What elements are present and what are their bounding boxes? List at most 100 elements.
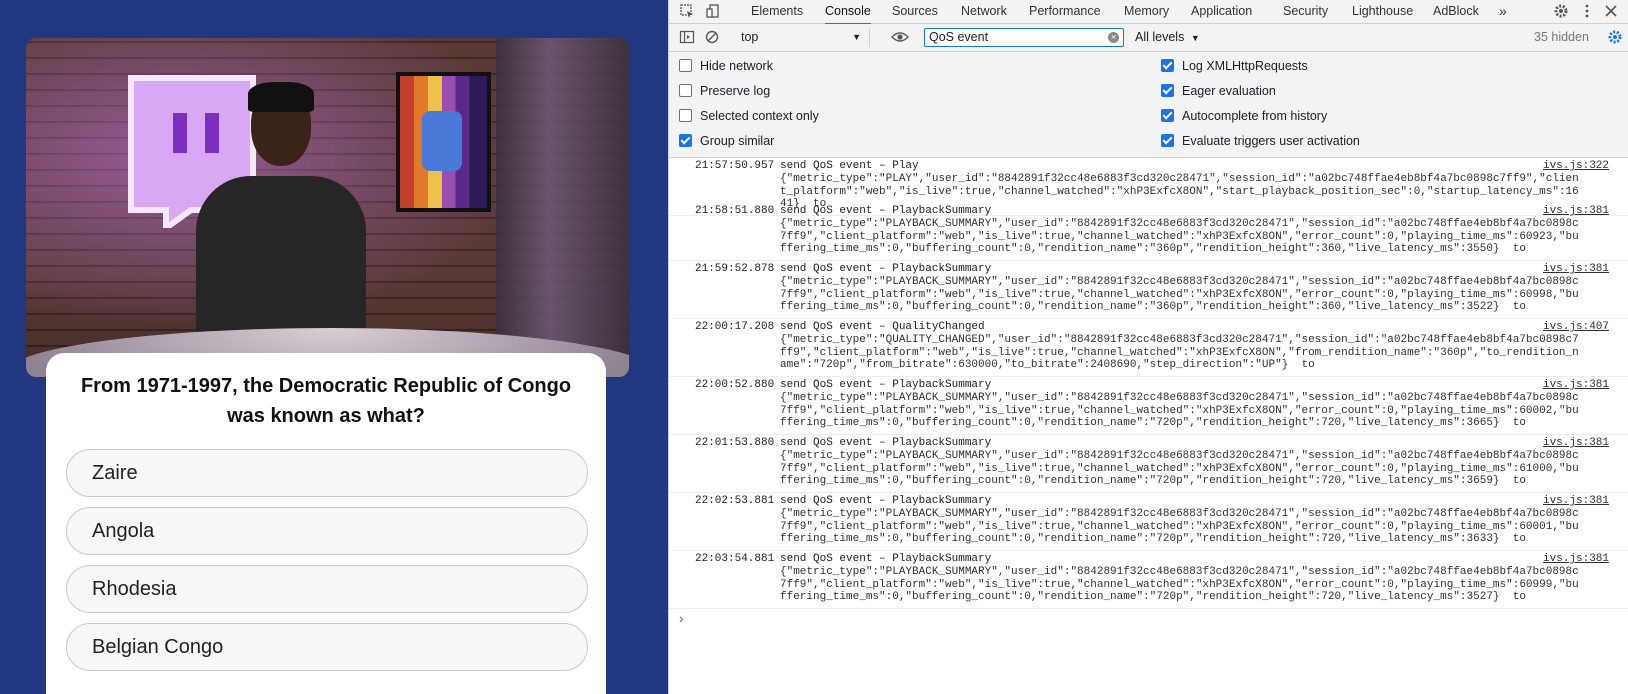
answer-option-4[interactable]: Belgian Congo	[66, 623, 588, 671]
hide-network-checkbox[interactable]: Hide network	[679, 57, 773, 75]
log-timestamp: 22:00:52.880	[695, 379, 775, 391]
log-timestamp: 22:02:53.881	[695, 495, 775, 507]
tab-security[interactable]: Security	[1283, 0, 1328, 23]
log-timestamp: 21:58:51.880	[695, 205, 775, 217]
checkbox-box[interactable]	[1161, 134, 1174, 147]
chevron-down-icon: ▼	[852, 32, 861, 42]
log-json[interactable]: {"metric_type":"PLAYBACK_SUMMARY","user_…	[780, 276, 1580, 314]
devtools-tabbar: Elements Console Sources Network Perform…	[669, 0, 1628, 25]
log-message: send QoS event – PlaybackSummary	[780, 553, 992, 565]
checkbox-label: Eager evaluation	[1182, 84, 1276, 98]
answer-option-3[interactable]: Rhodesia	[66, 565, 588, 613]
log-json[interactable]: {"metric_type":"PLAYBACK_SUMMARY","user_…	[780, 218, 1580, 256]
checkbox-label: Selected context only	[700, 109, 819, 123]
evaluate-triggers-checkbox[interactable]: Evaluate triggers user activation	[1161, 132, 1360, 150]
tab-console[interactable]: Console	[825, 0, 871, 25]
log-source-link[interactable]: ivs.js:407	[1543, 321, 1609, 334]
eye-icon[interactable]	[891, 30, 909, 44]
selected-context-checkbox[interactable]: Selected context only	[679, 107, 819, 125]
checkbox-box[interactable]	[1161, 59, 1174, 72]
log-message: send QoS event – PlaybackSummary	[780, 263, 992, 275]
tab-memory[interactable]: Memory	[1124, 0, 1169, 23]
log-entry: 22:03:54.881 send QoS event – PlaybackSu…	[669, 551, 1628, 609]
chevron-down-icon: ▼	[1190, 33, 1200, 43]
log-message: send QoS event – PlaybackSummary	[780, 205, 992, 217]
log-levels-select[interactable]: All levels ▼	[1135, 28, 1200, 47]
log-message: send QoS event – Play	[780, 160, 919, 172]
answer-option-2[interactable]: Angola	[66, 507, 588, 555]
console-settings: Hide network Preserve log Selected conte…	[669, 52, 1628, 158]
log-timestamp: 21:57:50.957	[695, 160, 775, 172]
log-message: send QoS event – QualityChanged	[780, 321, 985, 333]
preserve-log-checkbox[interactable]: Preserve log	[679, 82, 770, 100]
tab-elements[interactable]: Elements	[751, 0, 803, 23]
log-source-link[interactable]: ivs.js:381	[1543, 553, 1609, 566]
kebab-menu-icon[interactable]	[1579, 3, 1595, 19]
tab-application[interactable]: Application	[1191, 0, 1252, 23]
log-entry: 22:02:53.881 send QoS event – PlaybackSu…	[669, 493, 1628, 551]
gear-icon[interactable]	[1553, 3, 1569, 19]
checkbox-label: Hide network	[700, 59, 773, 73]
question-text: From 1971-1997, the Democratic Republic …	[80, 375, 572, 427]
log-json[interactable]: {"metric_type":"PLAYBACK_SUMMARY","user_…	[780, 508, 1580, 546]
log-entry: 22:00:52.880 send QoS event – PlaybackSu…	[669, 377, 1628, 435]
checkbox-box[interactable]	[679, 84, 692, 97]
filter-input[interactable]: QoS event ×	[924, 28, 1124, 47]
log-timestamp: 22:01:53.880	[695, 437, 775, 449]
more-tabs-icon[interactable]: »	[1499, 0, 1507, 23]
hidden-count: 35 hidden	[1534, 30, 1589, 44]
console-toolbar: top ▼ QoS event × All levels ▼ 35 hidden	[669, 24, 1628, 52]
log-message: send QoS event – PlaybackSummary	[780, 495, 992, 507]
tab-adblock[interactable]: AdBlock	[1433, 0, 1479, 23]
tab-network[interactable]: Network	[961, 0, 1007, 23]
clear-console-icon[interactable]	[704, 29, 720, 45]
inspect-element-icon[interactable]	[679, 3, 695, 19]
sidebar-toggle-icon[interactable]	[679, 29, 695, 45]
log-source-link[interactable]: ivs.js:381	[1543, 437, 1609, 450]
question-card: From 1971-1997, the Democratic Republic …	[46, 353, 606, 694]
log-json[interactable]: {"metric_type":"QUALITY_CHANGED","user_i…	[780, 334, 1580, 372]
devtools-panel: Elements Console Sources Network Perform…	[668, 0, 1628, 694]
checkbox-box[interactable]	[1161, 109, 1174, 122]
log-source-link[interactable]: ivs.js:322	[1543, 160, 1609, 173]
video-player[interactable]	[26, 38, 629, 377]
log-entry: 21:58:51.880 send QoS event – PlaybackSu…	[669, 203, 1628, 261]
checkbox-box[interactable]	[679, 134, 692, 147]
close-icon[interactable]	[1603, 3, 1619, 19]
console-settings-gear-icon[interactable]	[1607, 29, 1623, 45]
log-message: send QoS event – PlaybackSummary	[780, 437, 992, 449]
log-message: send QoS event – PlaybackSummary	[780, 379, 992, 391]
console-prompt[interactable]: ›	[679, 610, 684, 626]
log-xhr-checkbox[interactable]: Log XMLHttpRequests	[1161, 57, 1308, 75]
log-entry: 22:00:17.208 send QoS event – QualityCha…	[669, 319, 1628, 377]
log-entry: 22:01:53.880 send QoS event – PlaybackSu…	[669, 435, 1628, 493]
log-json[interactable]: {"metric_type":"PLAYBACK_SUMMARY","user_…	[780, 450, 1580, 488]
log-json[interactable]: {"metric_type":"PLAYBACK_SUMMARY","user_…	[780, 392, 1580, 430]
tab-sources[interactable]: Sources	[892, 0, 938, 23]
context-select[interactable]: top ▼	[741, 28, 870, 47]
checkbox-label: Group similar	[700, 134, 775, 148]
checkbox-label: Preserve log	[700, 84, 771, 98]
answer-option-1[interactable]: Zaire	[66, 449, 588, 497]
log-source-link[interactable]: ivs.js:381	[1543, 263, 1609, 276]
checkbox-label: Log XMLHttpRequests	[1182, 59, 1308, 73]
log-source-link[interactable]: ivs.js:381	[1543, 379, 1609, 392]
checkbox-box[interactable]	[1161, 84, 1174, 97]
log-source-link[interactable]: ivs.js:381	[1543, 205, 1609, 218]
tab-performance[interactable]: Performance	[1029, 0, 1101, 23]
device-toolbar-icon[interactable]	[705, 3, 721, 19]
clear-filter-icon[interactable]: ×	[1108, 32, 1119, 43]
log-json[interactable]: {"metric_type":"PLAYBACK_SUMMARY","user_…	[780, 566, 1580, 604]
log-entry: 21:59:52.878 send QoS event – PlaybackSu…	[669, 261, 1628, 319]
log-source-link[interactable]: ivs.js:381	[1543, 495, 1609, 508]
log-timestamp: 22:00:17.208	[695, 321, 775, 333]
checkbox-label: Evaluate triggers user activation	[1182, 134, 1360, 148]
checkbox-box[interactable]	[679, 59, 692, 72]
checkbox-box[interactable]	[679, 109, 692, 122]
eager-evaluation-checkbox[interactable]: Eager evaluation	[1161, 82, 1276, 100]
tab-lighthouse[interactable]: Lighthouse	[1352, 0, 1413, 23]
group-similar-checkbox[interactable]: Group similar	[679, 132, 774, 150]
checkbox-label: Autocomplete from history	[1182, 109, 1328, 123]
autocomplete-checkbox[interactable]: Autocomplete from history	[1161, 107, 1327, 125]
studio-pillar	[496, 38, 629, 377]
